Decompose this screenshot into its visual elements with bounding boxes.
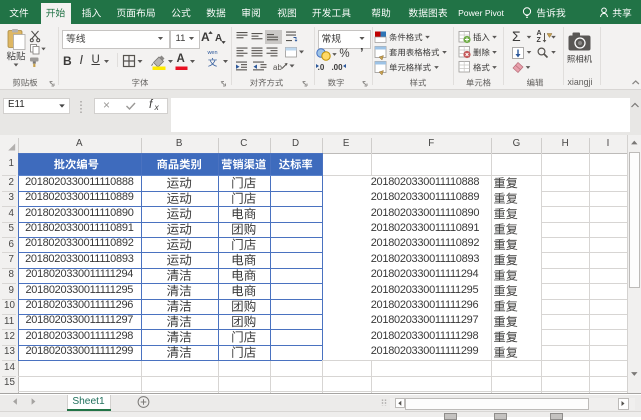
svg-text:ab: ab (273, 63, 282, 72)
